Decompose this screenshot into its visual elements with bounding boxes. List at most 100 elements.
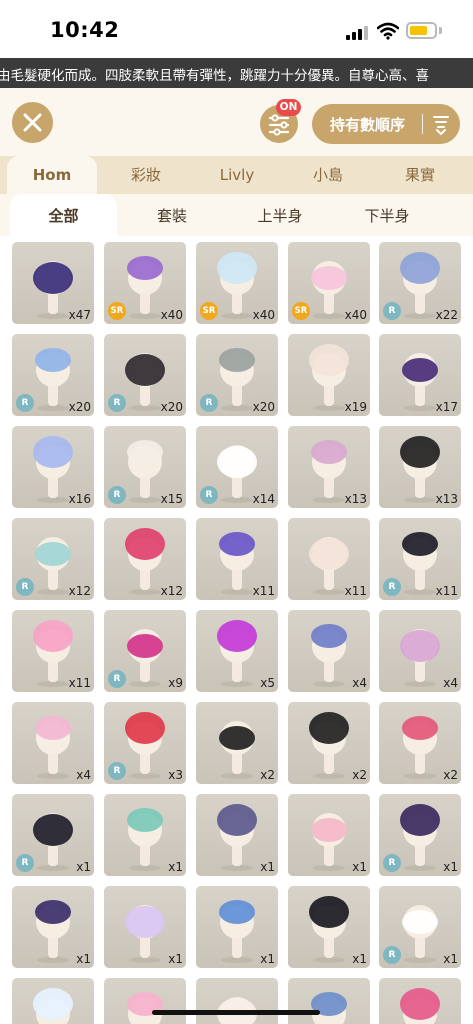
- striped-collar-icon: [311, 992, 347, 1024]
- item-count: x1: [260, 952, 275, 966]
- tab-hom[interactable]: Hom: [7, 156, 97, 194]
- item-cell-black-pink-hair[interactable]: Rx20: [104, 334, 186, 416]
- item-count: x19: [344, 400, 367, 414]
- item-cell-purple-ruff-collar[interactable]: x1: [196, 794, 278, 876]
- tab-island[interactable]: 小島: [283, 156, 373, 194]
- item-cell-gray-teal-hair[interactable]: Rx20: [196, 334, 278, 416]
- rarity-badge: R: [16, 854, 34, 872]
- item-cell-black-shoes-socks[interactable]: x2: [196, 702, 278, 784]
- item-cell-cassette-tape[interactable]: x17: [379, 334, 461, 416]
- item-cell-pink-jacket[interactable]: [379, 978, 461, 1024]
- item-cell-rainbow-cloud[interactable]: x16: [12, 426, 94, 508]
- item-count: x4: [443, 676, 458, 690]
- item-count: x12: [68, 584, 91, 598]
- item-count: x2: [443, 768, 458, 782]
- sort-order-button[interactable]: 持有數順序: [312, 104, 460, 144]
- item-cell-jester-collar[interactable]: x11: [196, 518, 278, 600]
- item-count: x15: [160, 492, 183, 506]
- item-count: x1: [352, 952, 367, 966]
- item-cell-black-mini-hat[interactable]: Rx1: [12, 794, 94, 876]
- category-tabs: Hom 彩妝 Livly 小島 果實: [0, 156, 473, 194]
- battery-icon: [406, 22, 437, 39]
- tab-all[interactable]: 全部: [10, 194, 117, 236]
- tab-lower-body[interactable]: 下半身: [334, 194, 440, 236]
- item-count: x11: [344, 584, 367, 598]
- tab-sets[interactable]: 套裝: [118, 194, 226, 236]
- item-count: x9: [168, 676, 183, 690]
- item-count: x47: [68, 308, 91, 322]
- item-count: x40: [160, 308, 183, 322]
- item-cell-white-cape[interactable]: [12, 978, 94, 1024]
- item-cell-white-tutu-dress[interactable]: Rx14: [196, 426, 278, 508]
- item-count: x3: [168, 768, 183, 782]
- item-cell-pink-star-hood[interactable]: x4: [379, 610, 461, 692]
- item-cell-guitar-pick[interactable]: x47: [12, 242, 94, 324]
- item-cell-black-boots[interactable]: x13: [379, 426, 461, 508]
- item-count: x5: [260, 676, 275, 690]
- item-cell-mini-top-hat[interactable]: Rx11: [379, 518, 461, 600]
- item-cell-rainbow-head-swirl[interactable]: x1: [104, 886, 186, 968]
- item-cell-pink-skirt[interactable]: x12: [104, 518, 186, 600]
- item-cell-pastel-outfit[interactable]: x4: [12, 702, 94, 784]
- close-icon: [23, 113, 42, 132]
- item-cell-star-balloon[interactable]: Rx20: [12, 334, 94, 416]
- item-count: x1: [76, 952, 91, 966]
- battery-tip: [439, 27, 442, 34]
- item-cell-blush-face[interactable]: x19: [288, 334, 370, 416]
- item-cell-pink-short-hair[interactable]: x11: [12, 610, 94, 692]
- item-count: x11: [435, 584, 458, 598]
- item-cell-cupcake-hat[interactable]: [104, 978, 186, 1024]
- rarity-badge: R: [383, 302, 401, 320]
- item-cell-icy-blue-hair[interactable]: SR x40: [196, 242, 278, 324]
- status-bar: 10:42: [0, 0, 473, 58]
- item-cell-black-outfit[interactable]: x2: [288, 702, 370, 784]
- item-cell-striped-leggings[interactable]: x1: [12, 886, 94, 968]
- filter-on-badge: ON: [276, 99, 301, 116]
- rarity-badge: SR: [292, 302, 310, 320]
- item-count: x11: [68, 676, 91, 690]
- item-cell-pink-glasses[interactable]: x13: [288, 426, 370, 508]
- rarity-badge: R: [108, 486, 126, 504]
- tab-upper-body[interactable]: 上半身: [226, 194, 334, 236]
- item-cell-white-robe[interactable]: Rx1: [379, 886, 461, 968]
- item-cell-party-cone-hat[interactable]: x4: [288, 610, 370, 692]
- item-cell-white-hood[interactable]: [196, 978, 278, 1024]
- item-cell-black-coat[interactable]: x1: [288, 886, 370, 968]
- item-cell-pink-twin-tail-hair[interactable]: SR x40: [288, 242, 370, 324]
- white-hood-icon: [217, 997, 257, 1024]
- rarity-badge: SR: [108, 302, 126, 320]
- item-cell-candy-bag[interactable]: x5: [196, 610, 278, 692]
- close-button[interactable]: [12, 102, 53, 143]
- sort-divider: [422, 114, 423, 134]
- rarity-badge: R: [383, 946, 401, 964]
- item-cell-sundae-hat[interactable]: Rx3: [104, 702, 186, 784]
- tab-livly[interactable]: Livly: [192, 156, 282, 194]
- item-cell-mint-hair-band[interactable]: x1: [104, 794, 186, 876]
- item-grid: x47 SR x40 SR x40 SR x40 Rx22 Rx20 Rx20 Rx20 x19 x17…: [0, 236, 473, 1024]
- rarity-badge: R: [108, 762, 126, 780]
- item-cell-beige-teal-hair[interactable]: Rx12: [12, 518, 94, 600]
- item-count: x13: [435, 492, 458, 506]
- item-count: x20: [252, 400, 275, 414]
- item-count: x12: [160, 584, 183, 598]
- item-count: x14: [252, 492, 275, 506]
- item-count: x1: [168, 952, 183, 966]
- item-count: x40: [252, 308, 275, 322]
- item-cell-gem-necklace[interactable]: x1: [196, 886, 278, 968]
- item-cell-pink-ruff-collar[interactable]: x1: [288, 794, 370, 876]
- item-cell-mini-white-hat[interactable]: Rx15: [104, 426, 186, 508]
- item-cell-unicorn-float[interactable]: Rx22: [379, 242, 461, 324]
- item-cell-heart-sticker[interactable]: x11: [288, 518, 370, 600]
- item-count: x13: [344, 492, 367, 506]
- item-cell-purple-clown-suit[interactable]: Rx1: [379, 794, 461, 876]
- tab-fruit[interactable]: 果實: [374, 156, 466, 194]
- item-cell-party-mini-hat[interactable]: Rx9: [104, 610, 186, 692]
- item-cell-pink-long-skirt[interactable]: x2: [379, 702, 461, 784]
- item-cell-striped-collar[interactable]: [288, 978, 370, 1024]
- rarity-badge: SR: [200, 302, 218, 320]
- item-count: x20: [68, 400, 91, 414]
- sort-label: 持有數順序: [330, 116, 406, 134]
- ticker-text: 由毛髮硬化而成。四肢柔軟且帶有彈性，跳躍力十分優異。自尊心高、喜: [0, 68, 429, 84]
- item-cell-purple-bun-hair[interactable]: SR x40: [104, 242, 186, 324]
- tab-makeup[interactable]: 彩妝: [101, 156, 191, 194]
